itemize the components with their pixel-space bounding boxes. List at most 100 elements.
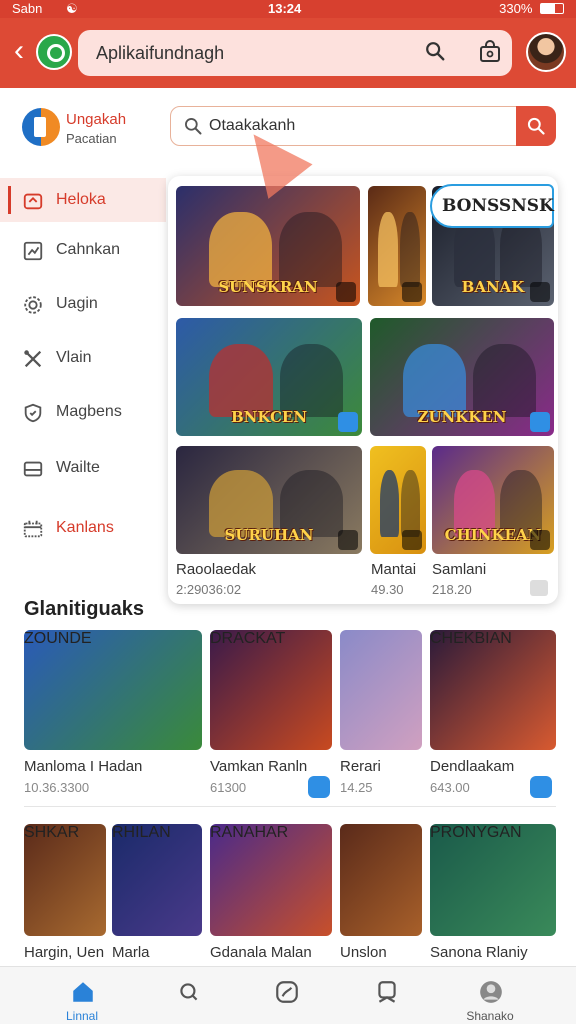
top-search-field[interactable]: Aplikaifundnagh [78,30,512,76]
sidebar-item-heloka[interactable]: Heloka [0,178,166,222]
calendar-icon [23,520,43,538]
controller-icon[interactable] [530,776,552,798]
featured-banner[interactable]: BONSSNSK [430,184,554,228]
game-thumbnail[interactable]: ZOUNDE [24,630,202,750]
featured-tile[interactable]: ZUNKKEN [370,318,554,436]
featured-caption-sub: 218.20 [432,582,472,597]
search-icon [527,117,545,135]
featured-tile[interactable] [370,446,426,554]
game-thumbnail[interactable]: RHILAN [112,824,202,936]
nav-item-bookmark[interactable] [336,967,436,1024]
nav-item-chat[interactable] [236,967,336,1024]
sidebar-item-label: Magbens [56,403,122,420]
character-art [209,212,272,287]
search-submit-button[interactable] [516,106,556,146]
game-art-title: SUNSKRAN [218,278,318,296]
sidebar-item-cahnkan[interactable]: Cahnkan [0,228,166,272]
tools-icon [24,350,42,368]
featured-caption[interactable]: Samlani [432,561,486,578]
corner-badge-icon[interactable] [530,282,550,302]
game-thumbnail[interactable]: PRONYGAN [430,824,556,936]
wifi-icon: ☯ [66,1,78,16]
bed-icon [23,461,43,477]
search-icon[interactable] [424,40,446,62]
sidebar-item-magbens[interactable]: Magbens [0,390,166,434]
profile-icon [480,981,502,1003]
bottom-nav: Linnal Shanako [0,966,576,1024]
shopping-bag-icon[interactable] [478,40,502,64]
nav-item-home[interactable]: Linnal [32,967,132,1024]
character-art [209,343,273,418]
character-art [280,343,344,418]
corner-badge-icon[interactable] [402,530,422,550]
clock: 13:24 [268,1,302,16]
game-card-price: 14.25 [340,780,373,795]
sidebar-item-label: Uagin [56,295,98,312]
sidebar-item-kanlans[interactable]: Kanlans [0,506,166,550]
corner-badge-icon[interactable] [530,412,550,432]
bookmark-icon [378,981,396,1003]
battery-icon [540,3,564,14]
game-thumbnail[interactable] [340,630,422,750]
game-art-title: SURUHAN [224,526,314,544]
chat-bubble-icon [276,981,298,1003]
brand-subtitle: Pacatian [66,131,117,146]
sidebar-item-label: Wailte [56,459,100,476]
avatar[interactable] [526,32,566,72]
divider [24,806,556,807]
corner-badge-icon[interactable] [338,412,358,432]
battery-status: 330% [499,1,564,16]
sidebar-item-wailte[interactable]: Wailte [0,446,166,490]
carrier-label: Sabn [12,1,43,16]
featured-tile[interactable]: SUNSKRAN [176,186,360,306]
featured-caption[interactable]: Mantai [371,561,416,578]
game-card-price: 61300 [210,780,247,795]
featured-tile[interactable]: BNKCEN [176,318,362,436]
game-art-title: DRACKAT [210,630,286,647]
game-card-title: Hargin, Uen [24,944,105,961]
back-arrow-icon[interactable]: ‹ [6,36,32,70]
sidebar-item-label: Kanlans [56,519,114,536]
game-thumbnail[interactable] [340,824,422,936]
corner-badge-icon[interactable] [402,282,422,302]
game-art-title: RANAHAR [210,824,289,841]
game-card-title: Gdanala Malan [210,944,312,961]
section-title: Glanitiguaks [24,598,145,620]
nav-item-label: Linnal [65,1009,99,1023]
app-logo-icon[interactable] [36,34,72,70]
sidebar-item-label: Heloka [56,191,106,208]
corner-badge-icon[interactable] [336,282,356,302]
game-thumbnail[interactable]: CHEKBIAN [430,630,556,750]
game-thumbnail[interactable]: DRACKAT [210,630,332,750]
main-search-box[interactable] [170,106,556,146]
featured-tile[interactable]: SURUHAN [176,446,362,554]
home-icon [23,193,43,210]
nav-item-label: Shanako [466,1009,514,1023]
featured-banner-text: BONSSNSK [442,196,554,216]
play-icon[interactable] [530,580,548,596]
character-art [473,343,536,418]
nav-item-profile[interactable]: Shanako [440,967,540,1024]
nav-item-search[interactable] [138,967,238,1024]
sidebar-item-label: Cahnkan [56,241,121,258]
status-bar: Sabn ☯ 13:24 330% [0,0,576,18]
brand-logo-icon [22,108,60,146]
share-icon[interactable] [308,776,330,798]
corner-badge-icon[interactable] [530,530,550,550]
sidebar-item-vlain[interactable]: Vlain [0,336,166,380]
sidebar-item-uagin[interactable]: Uagin [0,282,166,326]
corner-badge-icon[interactable] [338,530,358,550]
featured-tile[interactable]: CHINKEAN [432,446,554,554]
featured-tile[interactable] [368,186,426,306]
home-icon [73,982,93,1002]
game-card-title: Vamkan Ranln [210,758,308,775]
featured-caption[interactable]: Raoolaedak [176,561,256,578]
game-card-price: 10.36.3300 [24,780,90,795]
game-art-title: RHILAN [112,824,171,841]
top-search-text: Aplikaifundnagh [96,43,225,63]
game-art-title: CHEKBIAN [430,630,512,647]
chart-icon [23,241,43,261]
game-thumbnail[interactable]: RANAHAR [210,824,332,936]
character-art [279,212,342,287]
game-thumbnail[interactable]: SHKAR [24,824,106,936]
